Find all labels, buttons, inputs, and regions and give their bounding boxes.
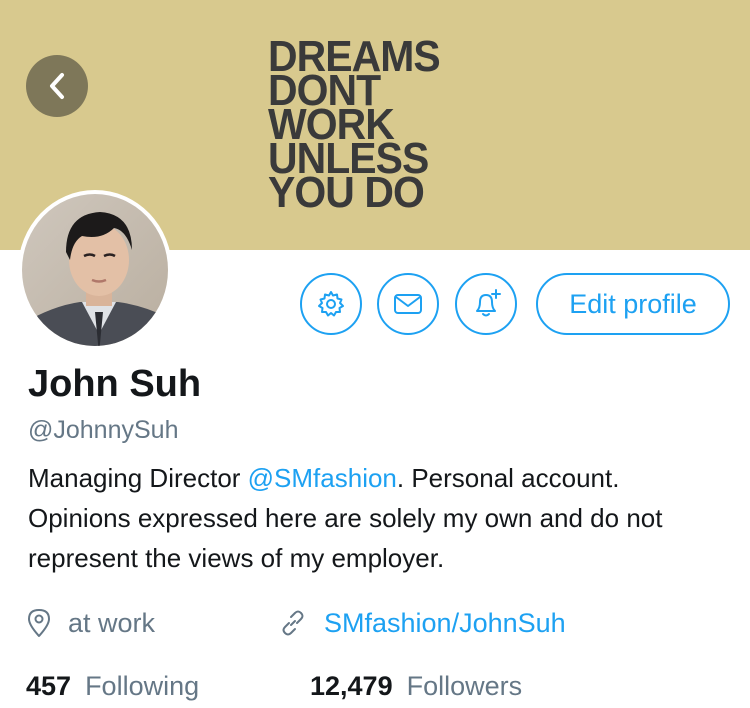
link-icon: [282, 610, 304, 636]
followers-label: Followers: [406, 670, 523, 701]
followers-count: 12,479: [310, 670, 393, 701]
website[interactable]: SMfashion/JohnSuh: [278, 603, 566, 643]
bio-mention-link[interactable]: @SMfashion: [248, 463, 397, 493]
following-label: Following: [85, 670, 200, 701]
following-stat[interactable]: 457 Following: [26, 666, 199, 706]
avatar-photo: [22, 194, 168, 346]
back-button[interactable]: [26, 55, 88, 117]
banner-text: DREAMS DONT WORK UNLESS YOU DO: [268, 35, 441, 217]
chevron-left-icon: [50, 73, 64, 99]
website-link[interactable]: SMfashion/JohnSuh: [324, 608, 566, 639]
settings-button[interactable]: [300, 273, 362, 335]
gear-icon: [318, 291, 344, 317]
profile-name: John Suh: [28, 363, 202, 405]
banner-line: YOU DO: [268, 168, 425, 217]
bio-text: Managing Director: [28, 463, 248, 493]
location-pin-icon: [28, 609, 50, 637]
bell-plus-icon: [476, 289, 501, 317]
edit-profile-button[interactable]: Edit profile: [536, 273, 730, 335]
envelope-icon: [394, 294, 422, 314]
notifications-button[interactable]: [455, 273, 517, 335]
profile-bio: Managing Director @SMfashion. Personal a…: [28, 458, 728, 578]
following-count: 457: [26, 670, 72, 701]
location-text: at work: [68, 607, 156, 638]
message-button[interactable]: [377, 273, 439, 335]
avatar[interactable]: [18, 190, 172, 350]
location: at work: [26, 603, 155, 643]
profile-handle: @JohnnySuh: [28, 416, 179, 444]
followers-stat[interactable]: 12,479 Followers: [310, 666, 522, 706]
